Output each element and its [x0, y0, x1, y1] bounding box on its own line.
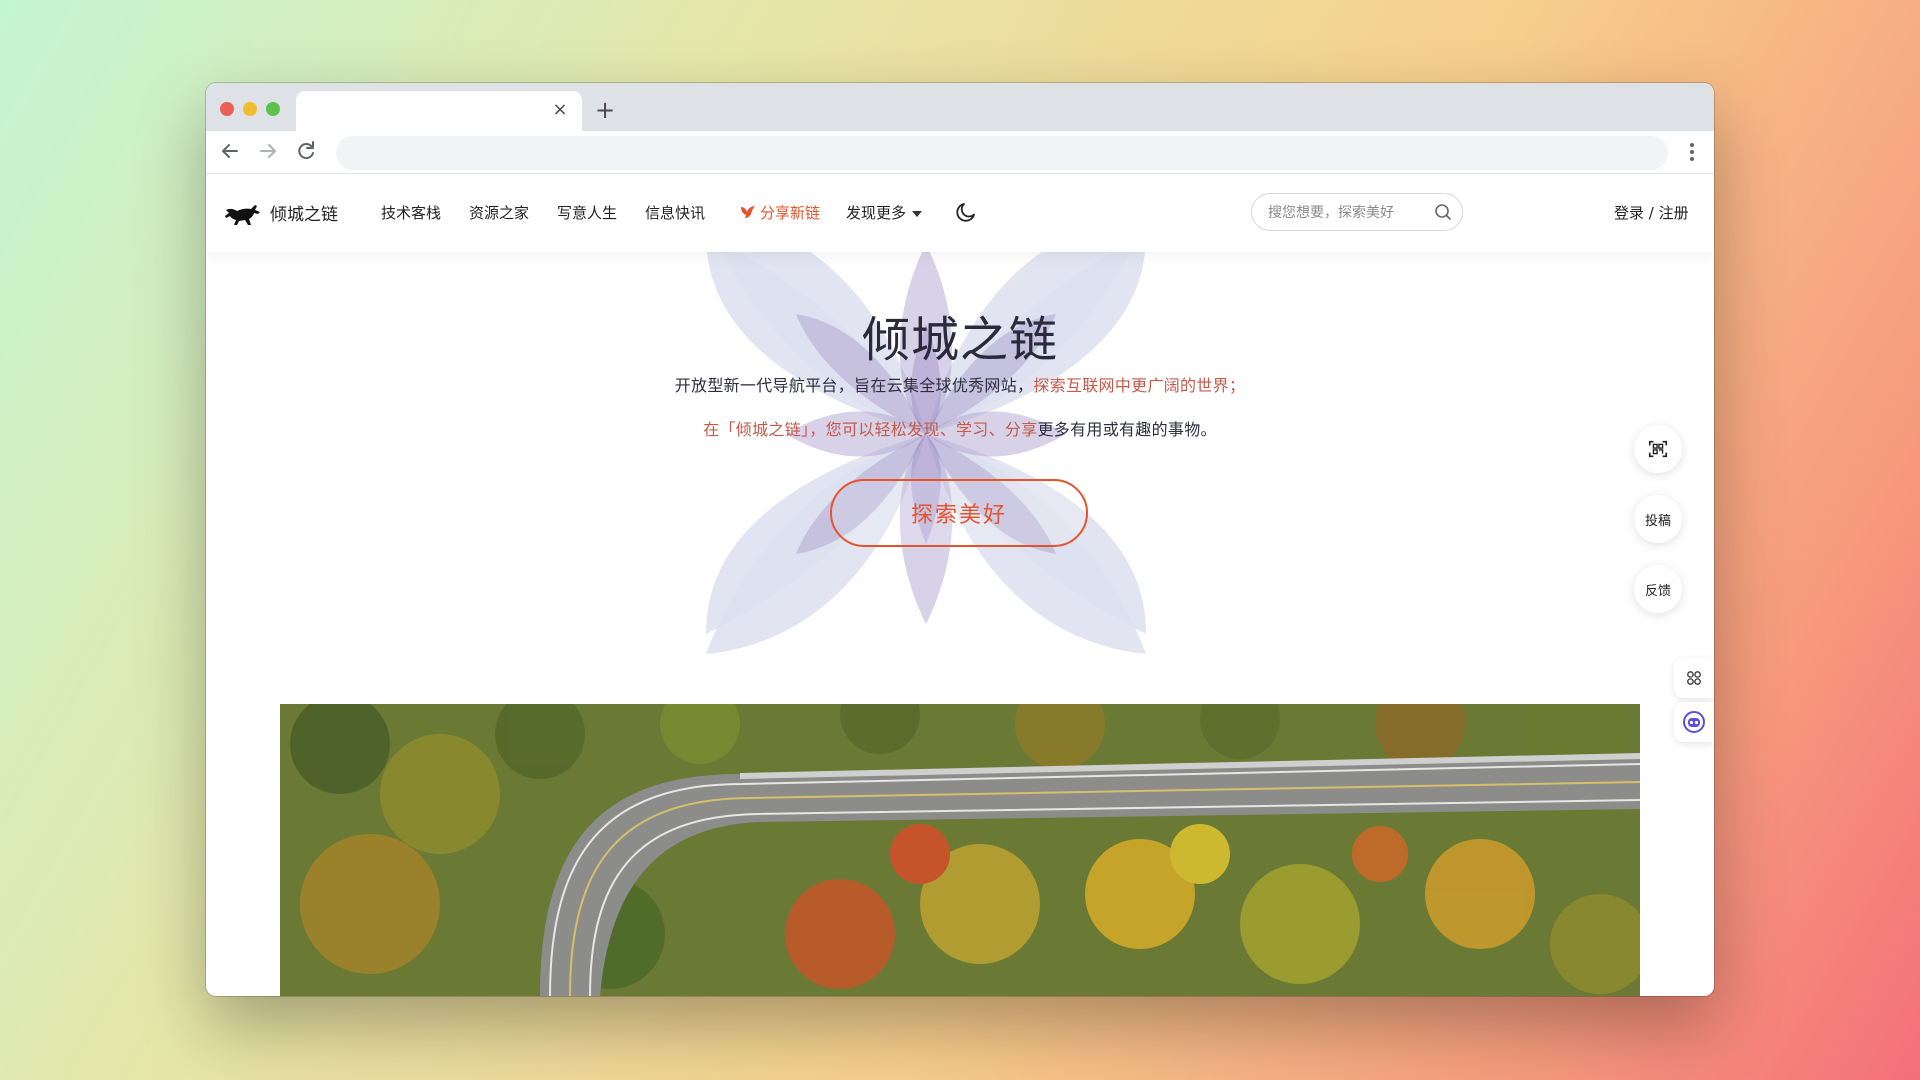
minimize-window-button[interactable]	[243, 102, 257, 116]
search-input[interactable]	[1266, 202, 1430, 224]
brand-name[interactable]: 倾城之链	[270, 200, 338, 225]
nav-share-new[interactable]: 分享新链	[760, 202, 820, 223]
nav-discover-more[interactable]: 发现更多	[846, 202, 923, 223]
search-icon[interactable]	[1434, 203, 1452, 221]
submit-button[interactable]: 投稿	[1634, 495, 1682, 543]
bird-icon	[741, 206, 755, 218]
hero-photo	[280, 704, 1640, 996]
browser-window: × + 倾城之链 技术客栈 资源之家 写意人生 信息快讯 分享新链 发现更多 搜…	[206, 83, 1714, 996]
register-link[interactable]: 注册	[1659, 204, 1689, 222]
login-link[interactable]: 登录	[1614, 204, 1644, 222]
auth-links: 登录 / 注册	[1614, 202, 1689, 223]
hero-description-line2: 在「倾城之链」，您可以轻松发现、学习、分享更多有用或有趣的事物。	[206, 416, 1714, 440]
hero-line2-part-b: 更多有用或有趣的事物。	[1037, 420, 1217, 439]
more-vertical-icon	[1690, 143, 1694, 161]
hero-line1-part-a: 开放型新一代导航平台，旨在云集全球优秀网站，	[674, 376, 1034, 395]
web-page: 倾城之链 技术客栈 资源之家 写意人生 信息快讯 分享新链 发现更多 登录 / …	[206, 174, 1714, 996]
zoom-window-button[interactable]	[266, 102, 280, 116]
grid-icon	[1687, 671, 1701, 685]
horse-logo-icon[interactable]	[224, 198, 262, 228]
qr-scan-button[interactable]	[1634, 425, 1682, 473]
reload-button[interactable]	[292, 137, 320, 165]
nav-discover-label: 发现更多	[846, 204, 907, 222]
forward-button[interactable]	[254, 137, 282, 165]
tab-close-icon[interactable]: ×	[550, 99, 570, 121]
new-tab-button[interactable]: +	[590, 95, 620, 125]
back-button[interactable]	[216, 137, 244, 165]
chevron-down-icon	[912, 210, 923, 217]
browser-toolbar	[206, 131, 1714, 174]
hero-description-line1: 开放型新一代导航平台，旨在云集全球优秀网站，探索互联网中更广阔的世界；	[206, 372, 1714, 396]
autumn-road-image	[280, 704, 1640, 996]
feedback-button[interactable]: 反馈	[1634, 565, 1682, 613]
hero-line2-part-a: 在「倾城之链」，您可以轻松发现、学习、分享	[703, 420, 1038, 439]
auth-separator: /	[1644, 204, 1659, 222]
moon-icon[interactable]	[954, 200, 978, 224]
arrow-right-icon	[260, 144, 276, 158]
hero-title: 倾城之链	[861, 312, 1058, 368]
explore-button[interactable]: 探索美好	[830, 479, 1088, 547]
grid-toggle-button[interactable]	[1674, 658, 1714, 698]
browser-menu-button[interactable]	[1688, 139, 1696, 165]
nav-news[interactable]: 信息快讯	[645, 202, 705, 223]
tab-bar: × +	[206, 83, 1714, 131]
qr-scan-icon	[1648, 440, 1668, 458]
nav-tech[interactable]: 技术客栈	[381, 202, 441, 223]
address-bar[interactable]	[336, 136, 1668, 170]
robot-icon	[1683, 711, 1705, 733]
close-window-button[interactable]	[220, 102, 234, 116]
site-header: 倾城之链 技术客栈 资源之家 写意人生 信息快讯 分享新链 发现更多 登录 / …	[206, 174, 1714, 252]
active-tab[interactable]: ×	[296, 91, 582, 131]
arrow-left-icon	[222, 144, 238, 158]
search-box[interactable]	[1251, 193, 1463, 231]
hero-line1-part-b: 探索互联网中更广阔的世界；	[1033, 376, 1246, 395]
nav-resources[interactable]: 资源之家	[469, 202, 529, 223]
nav-life[interactable]: 写意人生	[557, 202, 617, 223]
reload-icon	[298, 141, 314, 160]
assistant-button[interactable]	[1674, 702, 1714, 742]
